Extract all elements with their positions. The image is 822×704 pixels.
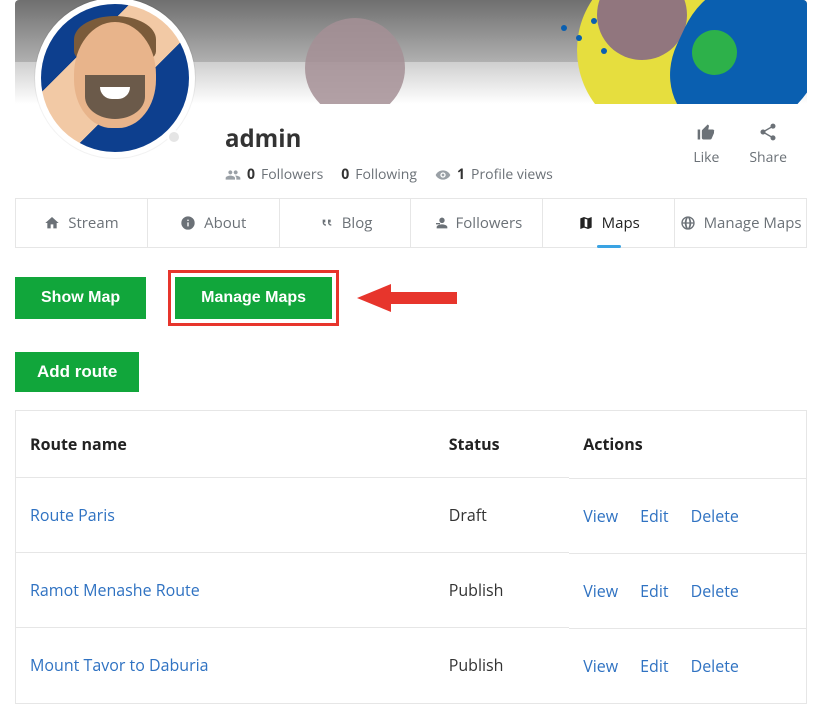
add-route-button[interactable]: Add route [15,352,139,392]
views-label: Profile views [471,165,553,184]
action-view[interactable]: View [583,505,618,527]
avatar[interactable] [35,0,195,158]
like-button[interactable]: Like [693,122,719,167]
routes-table: Route name Status Actions Route Paris Dr… [15,410,807,704]
tab-followers-label: Followers [456,213,523,233]
tab-stream-label: Stream [68,213,118,233]
tab-stream[interactable]: Stream [16,199,148,247]
map-buttons-row: Show Map Manage Maps [15,270,807,326]
like-label: Like [693,148,719,167]
profile-tabs: Stream About Blog Followers Maps Manage … [15,199,807,248]
share-icon [758,122,778,142]
action-view[interactable]: View [583,580,618,602]
tab-blog[interactable]: Blog [280,199,412,247]
views-count: 1 [457,165,465,184]
tab-about[interactable]: About [148,199,280,247]
tab-maps-label: Maps [602,213,640,233]
following-count: 0 [341,165,349,184]
route-status: Draft [435,478,569,553]
profile-stats: 0 Followers 0 Following 1 Profile views [225,165,553,184]
action-delete[interactable]: Delete [691,580,739,602]
presence-indicator [167,130,181,144]
views-stat: 1 Profile views [435,165,553,184]
action-edit[interactable]: Edit [640,505,668,527]
map-icon [578,215,594,231]
action-view[interactable]: View [583,655,618,677]
route-status: Publish [435,553,569,628]
route-link[interactable]: Route Paris [30,504,115,526]
quote-icon [318,215,334,231]
col-header-actions: Actions [569,411,806,478]
share-button[interactable]: Share [749,122,787,167]
followers-stat[interactable]: 0 Followers [225,165,323,184]
info-icon [180,215,196,231]
eye-icon [435,167,451,183]
globe-icon [680,215,696,231]
share-label: Share [749,148,787,167]
action-delete[interactable]: Delete [691,655,739,677]
col-header-status: Status [435,411,569,478]
manage-maps-highlight: Manage Maps [168,270,339,326]
people-icon [225,167,241,183]
manage-maps-button[interactable]: Manage Maps [175,277,332,319]
table-header-row: Route name Status Actions [16,411,807,478]
action-edit[interactable]: Edit [640,580,668,602]
route-link[interactable]: Mount Tavor to Daburia [30,654,209,676]
thumbs-up-icon [696,122,716,142]
callout-arrow-icon [357,280,467,316]
following-stat[interactable]: 0 Following [341,165,417,184]
username: admin [225,122,553,155]
user-minus-icon [432,215,448,231]
tab-followers[interactable]: Followers [411,199,543,247]
tab-maps[interactable]: Maps [543,199,675,247]
followers-label: Followers [261,165,323,184]
tab-manage-maps[interactable]: Manage Maps [675,199,806,247]
table-row: Ramot Menashe Route Publish View Edit De… [16,553,807,628]
tab-about-label: About [204,213,246,233]
action-edit[interactable]: Edit [640,655,668,677]
route-link[interactable]: Ramot Menashe Route [30,579,200,601]
table-row: Route Paris Draft View Edit Delete [16,478,807,553]
route-status: Publish [435,628,569,704]
tab-manage-maps-label: Manage Maps [704,213,802,233]
show-map-button[interactable]: Show Map [15,277,146,319]
col-header-route: Route name [16,411,435,478]
followers-count: 0 [247,165,255,184]
home-icon [44,215,60,231]
action-delete[interactable]: Delete [691,505,739,527]
tab-blog-label: Blog [342,213,373,233]
profile-banner [15,0,807,104]
table-row: Mount Tavor to Daburia Publish View Edit… [16,628,807,704]
following-label: Following [355,165,417,184]
